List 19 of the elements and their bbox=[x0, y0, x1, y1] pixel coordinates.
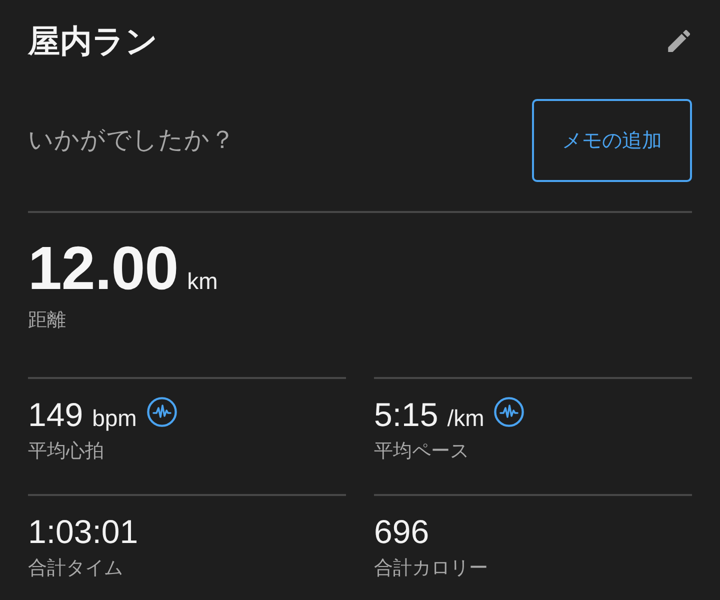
distance-value: 12.00 bbox=[28, 235, 178, 302]
stat-unit: /km bbox=[447, 404, 484, 433]
stat-label: 平均ペース bbox=[374, 440, 470, 464]
stat-value: 1:03:01 bbox=[28, 512, 138, 552]
waveform-icon[interactable] bbox=[146, 396, 177, 427]
activity-title: 屋内ラン bbox=[28, 22, 158, 60]
stat-value: 149 bbox=[28, 394, 84, 434]
stat-label: 合計カロリー bbox=[374, 558, 489, 581]
add-memo-button[interactable]: メモの追加 bbox=[532, 99, 692, 182]
stat-label: 平均心拍 bbox=[28, 440, 105, 464]
distance-label: 距離 bbox=[28, 310, 67, 333]
stat-label: 合計タイム bbox=[28, 558, 124, 581]
stat-value: 696 bbox=[374, 512, 430, 552]
distance-unit: km bbox=[187, 267, 218, 296]
feedback-prompt: いかがでしたか？ bbox=[28, 124, 235, 156]
stat-unit: bpm bbox=[92, 404, 137, 433]
waveform-icon[interactable] bbox=[494, 396, 524, 427]
pencil-icon[interactable] bbox=[668, 30, 690, 52]
stat-value: 5:15 bbox=[374, 394, 438, 434]
